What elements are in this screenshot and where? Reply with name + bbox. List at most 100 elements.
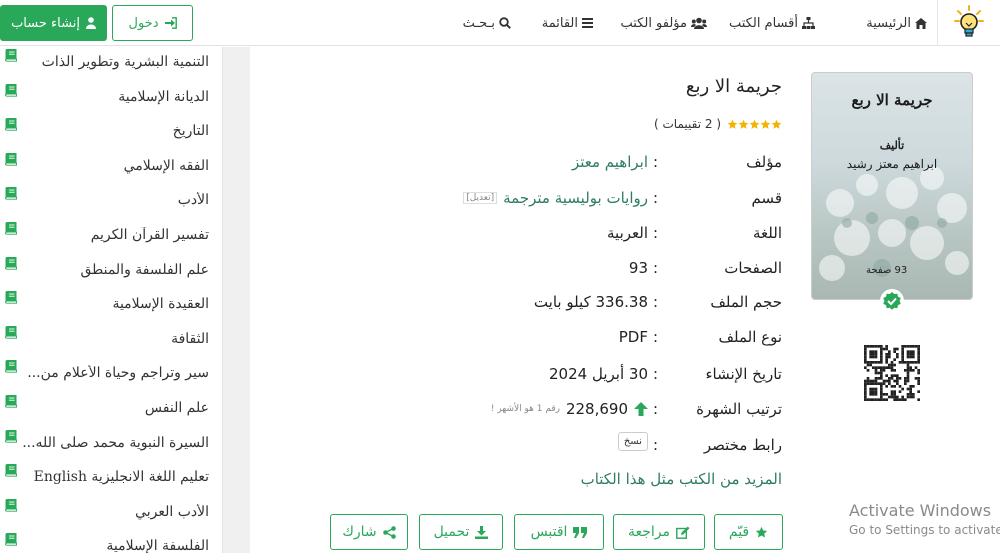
share-button[interactable]: شارك (330, 514, 408, 550)
sidebar-category-item[interactable]: الثقافة (0, 325, 222, 355)
sidebar-category-item[interactable]: السيرة النبوية محمد صلى الله... (0, 429, 222, 459)
book-icon-wrap (4, 498, 18, 512)
nav-search[interactable]: بـحـث (463, 14, 511, 32)
book-icon-wrap (4, 83, 18, 97)
site-logo[interactable] (937, 0, 1000, 46)
sidebar-category-item[interactable]: الأدب العربي (0, 498, 222, 528)
arrow-up-icon (634, 402, 648, 416)
nav-home-label: الرئيسية (866, 15, 911, 31)
book-icon (5, 291, 17, 304)
nav-menu[interactable]: القائمة (542, 14, 593, 32)
activate-windows-subtitle[interactable]: Go to Settings to activate (849, 523, 1000, 537)
sidebar-category-label: علم النفس (144, 400, 209, 416)
star-icon (749, 119, 760, 129)
bars-icon (582, 18, 593, 28)
rating-row: ( 2 تقييمات ) (654, 117, 782, 131)
nav-authors-label: مؤلفو الكتب (620, 15, 687, 31)
qr-code-icon[interactable] (864, 345, 920, 401)
cover-by: تأليف (879, 139, 905, 152)
colon: : (652, 293, 658, 311)
cover-title: جريمة الا ربع (851, 91, 933, 109)
sidebar-category-item[interactable]: تفسير القرآن الكريم (0, 221, 222, 251)
book-icon (5, 83, 17, 97)
sidebar-category-label: تعليم اللغة الانجليزية English (33, 469, 209, 486)
book-icon (5, 360, 17, 374)
activate-windows-title: Activate Windows (849, 501, 992, 520)
home-icon (915, 17, 927, 29)
sidebar-category-item[interactable]: التنمية البشرية وتطوير الذات (0, 48, 222, 78)
register-label: إنشاء حساب (11, 15, 80, 31)
login-label: دخول (128, 15, 159, 31)
sidebar-category-item[interactable]: الأدب (0, 186, 222, 216)
register-button[interactable]: إنشاء حساب (0, 5, 107, 41)
language-text: العربية (607, 224, 648, 242)
nav-menu-label: القائمة (541, 15, 578, 31)
sidebar-category-item[interactable]: علم الفلسفة والمنطق (0, 256, 222, 286)
quote-button[interactable]: اقتبس (514, 514, 604, 550)
sidebar-category-item[interactable]: سير وتراجم وحياة الأعلام من... (0, 359, 222, 389)
rating-stars[interactable] (727, 119, 782, 130)
copy-link-button[interactable]: نسخ (617, 432, 648, 451)
more-similar-books-link[interactable]: المزيد من الكتب مثل هذا الكتاب (581, 470, 782, 488)
colon: : (652, 224, 658, 242)
book-icon-wrap (4, 325, 18, 339)
sidebar-category-item[interactable]: تعليم اللغة الانجليزية English (0, 463, 222, 493)
colon: : (652, 400, 658, 418)
book-icon (5, 49, 17, 62)
nav-sections-label: أقسام الكتب (728, 15, 798, 31)
created-date-text: 30 أبريل 2024 (549, 365, 648, 383)
author-label: مؤلف (746, 153, 782, 171)
author-value-row: ابراهيم معتز (572, 153, 648, 171)
download-button[interactable]: تحميل (419, 514, 503, 550)
book-icon-wrap (4, 532, 18, 547)
book-icon-wrap (4, 152, 18, 166)
book-icon-wrap (4, 48, 18, 62)
sidebar-category-item[interactable]: العقيدة الإسلامية (0, 290, 222, 320)
sidebar-category-item[interactable]: الفلسفة الإسلامية (0, 532, 222, 553)
book-icon (5, 429, 17, 443)
nav-authors[interactable]: مؤلفو الكتب (620, 14, 707, 32)
book-cover[interactable]: جريمة الا ربع تأليف ابراهيم معتز رشيد 93… (811, 72, 973, 300)
review-label: مراجعة (627, 524, 671, 540)
sidebar-category-label: الأدب (177, 192, 209, 209)
book-icon (5, 325, 17, 339)
login-button[interactable]: دخول (112, 5, 193, 41)
colon: : (652, 189, 658, 207)
book-icon (5, 222, 17, 235)
author-link[interactable]: ابراهيم معتز (572, 153, 648, 171)
sign-in-icon (164, 17, 177, 29)
popularity-rank-value: 228,690 رقم 1 هو الأشهر ! (491, 400, 648, 418)
sidebar-category-item[interactable]: التاريخ (0, 117, 222, 147)
edit-category-link[interactable]: [تعديل] (463, 192, 498, 204)
colon: : (652, 153, 658, 171)
review-button[interactable]: مراجعة (613, 514, 705, 550)
edit-icon (676, 526, 690, 539)
sidebar-category-item[interactable]: علم النفس (0, 394, 222, 424)
category-value-row: روايات بوليسية مترجمة [تعديل] (463, 189, 648, 207)
star-icon (760, 119, 771, 129)
sidebar-category-label: تفسير القرآن الكريم (90, 227, 209, 243)
rate-button[interactable]: قيّم (714, 514, 783, 550)
nav-sections[interactable]: أقسام الكتب (729, 14, 815, 32)
book-icon-wrap (4, 463, 18, 477)
quote-icon (573, 526, 588, 538)
created-date-label: تاريخ الإنشاء (705, 365, 782, 383)
file-size-text: 336.38 كيلو بايت (533, 293, 648, 311)
sidebar-category-item[interactable]: الديانة الإسلامية (0, 83, 222, 113)
pages-text: 93 (628, 259, 648, 277)
book-icon-wrap (4, 186, 18, 201)
quote-label: اقتبس (530, 524, 568, 540)
nav-home[interactable]: الرئيسية (866, 14, 927, 32)
book-icon (5, 498, 17, 512)
pages-value: 93 (629, 259, 648, 277)
book-icon (5, 533, 17, 547)
category-link[interactable]: روايات بوليسية مترجمة (503, 189, 648, 207)
user-icon (85, 17, 96, 29)
book-icon-wrap (4, 394, 18, 408)
pages-label: الصفحات (724, 259, 782, 277)
sidebar-category-item[interactable]: الفقه الإسلامي (0, 152, 222, 182)
short-link-label: رابط مختصر (703, 436, 782, 454)
book-icon (5, 152, 17, 166)
book-icon-wrap (4, 429, 18, 443)
file-type-label: نوع الملف (718, 328, 782, 346)
